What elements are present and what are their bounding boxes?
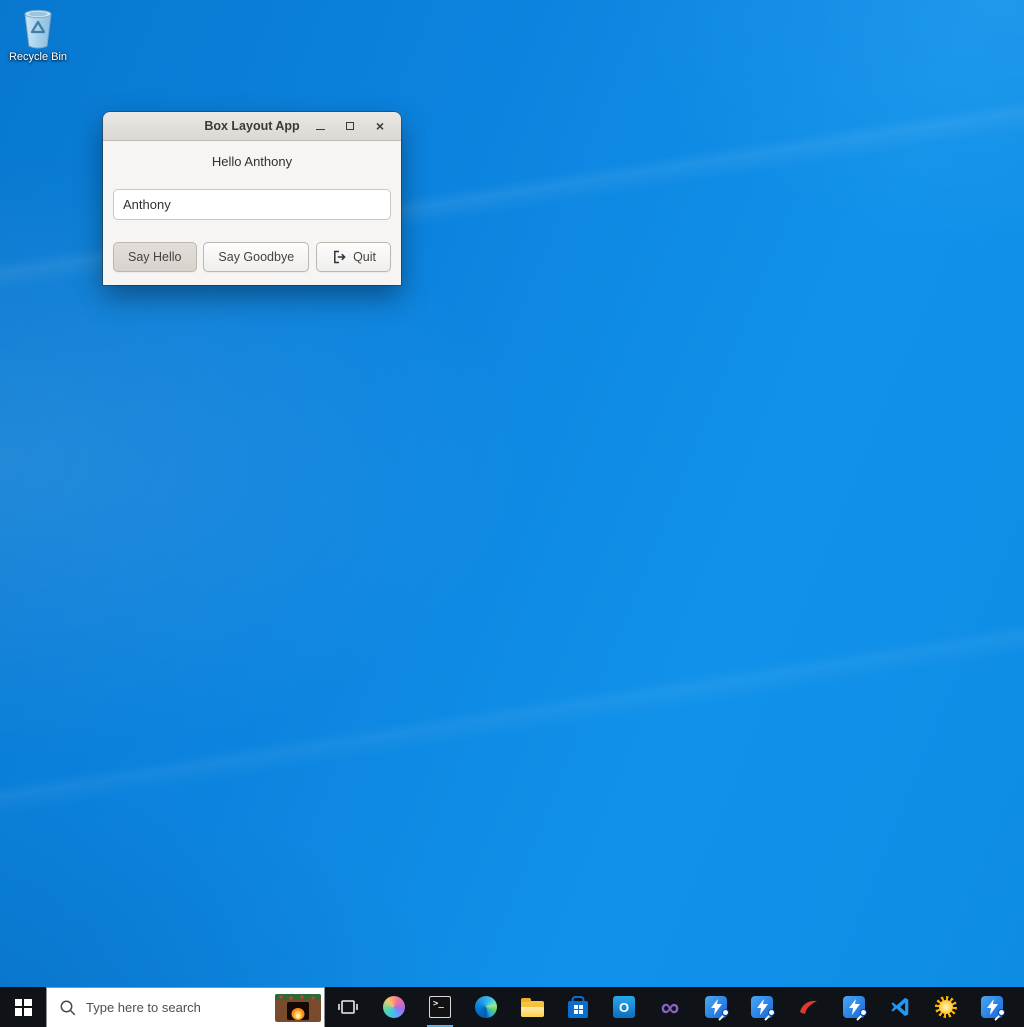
taskbar-outlook-button[interactable]: O [601,987,647,1027]
desktop: Recycle Bin Box Layout App × Hello Antho… [0,0,1024,1027]
exit-icon [331,249,347,265]
start-button[interactable] [0,987,46,1027]
pinned-app-icon [705,996,727,1018]
sun-icon [935,996,957,1018]
taskbar-pinned-app-2-button[interactable] [739,987,785,1027]
task-view-button[interactable] [325,987,371,1027]
taskbar-search-box[interactable] [46,987,325,1027]
visual-studio-icon: ∞ [661,997,680,1017]
quit-button[interactable]: Quit [316,242,391,272]
task-view-icon [337,996,359,1018]
taskbar-sun-app-button[interactable] [923,987,969,1027]
file-explorer-icon [521,1001,544,1017]
search-highlight-fireplace-image[interactable] [275,994,321,1022]
taskbar-pinned-app-1-button[interactable] [693,987,739,1027]
pinned-app-icon [751,996,773,1018]
taskbar-pinned-app-4-button[interactable] [969,987,1015,1027]
windows-logo-icon [15,999,32,1016]
pin-badge-icon [764,1009,775,1020]
taskbar: >_ O ∞ [0,987,1024,1027]
say-goodbye-button[interactable]: Say Goodbye [203,242,309,272]
taskbar-copilot-button[interactable] [371,987,417,1027]
edge-icon [475,996,497,1018]
taskbar-file-explorer-button[interactable] [509,987,555,1027]
outlook-icon: O [613,996,635,1018]
microsoft-store-icon [568,1001,588,1018]
taskbar-terminal-button[interactable]: >_ [417,987,463,1027]
recycle-bin-icon [17,6,59,50]
pinned-app-icon [843,996,865,1018]
taskbar-edge-button[interactable] [463,987,509,1027]
pin-badge-icon [994,1009,1005,1020]
window-controls: × [309,115,401,137]
red-wing-app-icon [797,996,819,1018]
maximize-button[interactable] [339,115,361,137]
minimize-button[interactable] [309,115,331,137]
taskbar-visual-studio-button[interactable]: ∞ [647,987,693,1027]
taskbar-pinned-app-3-button[interactable] [831,987,877,1027]
vscode-icon [889,996,911,1018]
recycle-bin[interactable]: Recycle Bin [6,6,70,64]
say-hello-button[interactable]: Say Hello [113,242,197,272]
taskbar-red-wing-app-button[interactable] [785,987,831,1027]
taskbar-vscode-button[interactable] [877,987,923,1027]
search-icon [59,999,76,1016]
search-input[interactable] [84,999,267,1016]
close-button[interactable]: × [369,115,391,137]
terminal-icon: >_ [429,996,451,1018]
button-row: Say Hello Say Goodbye Quit [113,242,391,272]
copilot-icon [383,996,405,1018]
taskbar-microsoft-store-button[interactable] [555,987,601,1027]
maximize-icon [346,122,354,130]
minimize-icon [316,129,325,130]
recycle-bin-label: Recycle Bin [9,51,67,64]
pin-badge-icon [856,1009,867,1020]
name-input[interactable] [113,189,391,220]
pinned-app-icon [981,996,1003,1018]
quit-label: Quit [353,250,376,264]
window-titlebar[interactable]: Box Layout App × [103,112,401,141]
box-layout-app-window: Box Layout App × Hello Anthony Say Hello… [103,112,401,285]
pin-badge-icon [718,1009,729,1020]
window-content: Hello Anthony Say Hello Say Goodbye Quit [103,154,401,285]
greeting-label: Hello Anthony [113,154,391,170]
